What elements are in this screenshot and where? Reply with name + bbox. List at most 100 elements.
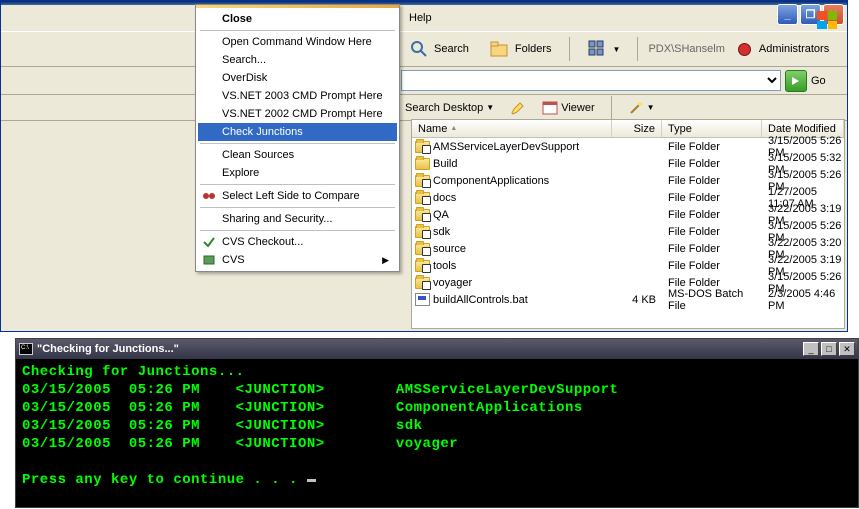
context-menu-item[interactable]: VS.NET 2003 CMD Prompt Here — [198, 87, 397, 105]
viewer-label: Viewer — [561, 102, 594, 114]
address-input[interactable] — [401, 70, 781, 91]
subtoolbar: Search Desktop ▼ Viewer ▼ — [1, 95, 847, 121]
tool-button[interactable]: ▼ — [624, 98, 659, 118]
console-title: "Checking for Junctions..." — [37, 343, 803, 355]
column-size[interactable]: Size — [612, 120, 662, 137]
context-menu-label: CVS Checkout... — [222, 236, 303, 248]
folders-button[interactable]: Folders — [482, 34, 559, 64]
file-type: File Folder — [662, 260, 762, 272]
context-menu-item[interactable]: Check Junctions — [198, 123, 397, 141]
context-menu-item[interactable]: CVS Checkout... — [198, 233, 397, 251]
file-type: File Folder — [662, 175, 762, 187]
file-size: 4 KB — [612, 294, 662, 306]
context-menu-item[interactable]: Select Left Side to Compare — [198, 187, 397, 205]
folder-junction-icon — [415, 192, 430, 204]
viewer-icon — [542, 101, 558, 115]
toolbar: Search Folders ▼ PDX\SHanselm Administra… — [1, 31, 847, 67]
console-titlebar: "Checking for Junctions..." _ □ ✕ — [16, 339, 858, 359]
folder-icon — [415, 158, 430, 170]
console-maximize-button[interactable]: □ — [821, 342, 837, 356]
context-menu-item[interactable]: VS.NET 2002 CMD Prompt Here — [198, 105, 397, 123]
file-name: buildAllControls.bat — [433, 294, 528, 306]
context-menu-label: Sharing and Security... — [222, 213, 332, 225]
folders-icon — [489, 38, 511, 60]
file-name: Build — [433, 158, 457, 170]
views-button[interactable]: ▼ — [580, 34, 628, 64]
column-type[interactable]: Type — [662, 120, 762, 137]
folder-junction-icon — [415, 277, 430, 289]
cvs-icon — [201, 252, 217, 268]
compare-icon — [201, 188, 217, 204]
dropdown-arrow-icon: ▼ — [486, 103, 494, 112]
context-menu-item[interactable]: OverDisk — [198, 69, 397, 87]
cvs-checkout-icon — [201, 234, 217, 250]
console-close-button[interactable]: ✕ — [839, 342, 855, 356]
context-menu-item[interactable]: Clean Sources — [198, 146, 397, 164]
highlight-button[interactable] — [506, 98, 530, 118]
file-name: ComponentApplications — [433, 175, 549, 187]
context-menu-item[interactable]: Search... — [198, 51, 397, 69]
context-menu-item[interactable]: Open Command Window Here — [198, 33, 397, 51]
context-menu-label: CVS — [222, 254, 245, 266]
context-menu-label: VS.NET 2003 CMD Prompt Here — [222, 90, 383, 102]
file-name: sdk — [433, 226, 450, 238]
context-menu-label: Close — [222, 13, 252, 25]
file-type: File Folder — [662, 158, 762, 170]
context-menu-item[interactable]: Explore — [198, 164, 397, 182]
highlighter-icon — [510, 100, 526, 116]
context-menu-separator — [200, 230, 395, 231]
viewer-button[interactable]: Viewer — [538, 99, 598, 117]
batch-file-icon — [415, 293, 430, 306]
console-minimize-button[interactable]: _ — [803, 342, 819, 356]
wand-icon — [628, 100, 644, 116]
separator — [637, 37, 638, 61]
status-orb-icon — [738, 43, 751, 56]
context-menu-separator — [200, 207, 395, 208]
file-name: docs — [433, 192, 456, 204]
context-menu-label: Check Junctions — [222, 126, 303, 138]
context-menu-separator — [200, 184, 395, 185]
file-type: File Folder — [662, 226, 762, 238]
go-button[interactable] — [785, 70, 807, 92]
windows-logo-icon — [815, 9, 843, 33]
file-name: source — [433, 243, 466, 255]
context-menu-label: OverDisk — [222, 72, 267, 84]
address-bar: Go — [1, 67, 847, 95]
submenu-arrow-icon: ▶ — [382, 255, 389, 266]
search-desktop-label: Search Desktop — [405, 102, 483, 114]
column-name[interactable]: Name▲ — [412, 120, 612, 137]
file-name: tools — [433, 260, 456, 272]
user-label: PDX\SHanselm — [648, 43, 724, 55]
file-name: AMSServiceLayerDevSupport — [433, 141, 579, 153]
context-menu-accent — [196, 5, 399, 8]
views-icon — [587, 38, 609, 60]
dropdown-arrow-icon: ▼ — [647, 103, 655, 112]
admins-button[interactable]: Administrators — [731, 39, 836, 60]
folder-junction-icon — [415, 209, 430, 221]
file-type: File Folder — [662, 141, 762, 153]
search-desktop-button[interactable]: Search Desktop ▼ — [401, 100, 498, 116]
context-menu-item[interactable]: CVS ▶ — [198, 251, 397, 269]
file-date: 2/3/2005 4:46 PM — [762, 288, 844, 312]
context-menu-label: Select Left Side to Compare — [222, 190, 360, 202]
file-type: File Folder — [662, 243, 762, 255]
sort-asc-icon: ▲ — [450, 125, 457, 132]
menu-help[interactable]: Help — [401, 9, 440, 27]
file-type: MS-DOS Batch File — [662, 288, 762, 312]
context-menu-separator — [200, 143, 395, 144]
context-menu-label: VS.NET 2002 CMD Prompt Here — [222, 108, 383, 120]
context-menu-item[interactable]: Sharing and Security... — [198, 210, 397, 228]
dropdown-arrow-icon: ▼ — [613, 45, 621, 54]
search-icon — [408, 38, 430, 60]
search-button[interactable]: Search — [401, 34, 476, 64]
file-type: File Folder — [662, 209, 762, 221]
separator — [569, 37, 570, 61]
context-menu: Close Open Command Window HereSearch... Ov… — [195, 4, 400, 272]
console-window: "Checking for Junctions..." _ □ ✕ Checki… — [15, 338, 859, 508]
context-menu-label: Explore — [222, 167, 259, 179]
folders-label: Folders — [515, 43, 552, 55]
context-menu-item[interactable]: Close — [198, 10, 397, 28]
file-row[interactable]: buildAllControls.bat4 KBMS-DOS Batch Fil… — [412, 291, 844, 308]
cmd-icon — [19, 343, 33, 355]
cursor — [307, 479, 316, 482]
